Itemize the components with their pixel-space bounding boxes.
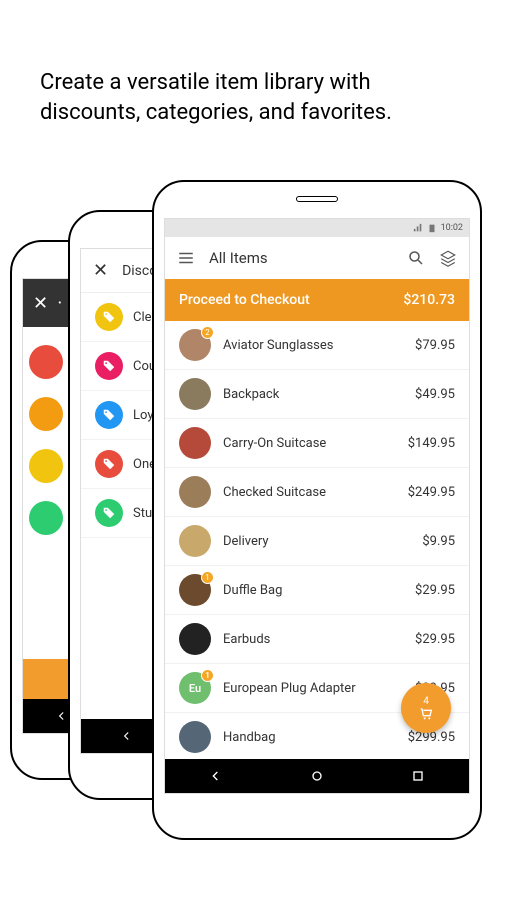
cart-icon [416, 705, 436, 721]
item-thumb [179, 427, 211, 459]
item-price: $49.95 [415, 387, 455, 402]
recent-icon[interactable] [410, 768, 426, 784]
item-row[interactable]: Earbuds $29.95 [165, 615, 469, 664]
tag-icon [95, 450, 123, 478]
tag-icon [95, 303, 123, 331]
item-thumb [179, 378, 211, 410]
item-thumb: 1 [179, 574, 211, 606]
item-name: Carry-On Suitcase [223, 436, 326, 451]
item-row[interactable]: Carry-On Suitcase $149.95 [165, 419, 469, 468]
item-name: European Plug Adapter [223, 681, 356, 696]
item-name: Duffle Bag [223, 583, 282, 598]
item-name: Backpack [223, 387, 279, 402]
item-name: Aviator Sunglasses [223, 338, 333, 353]
tag-icon [95, 499, 123, 527]
item-row[interactable]: Delivery $9.95 [165, 517, 469, 566]
headline: Create a versatile item library with dis… [40, 68, 466, 127]
items-topbar: All Items [165, 237, 469, 279]
items-title: All Items [209, 249, 268, 267]
item-thumb [179, 476, 211, 508]
category-color[interactable] [29, 397, 63, 431]
layers-icon[interactable] [439, 249, 457, 267]
item-thumb: Eu1 [179, 672, 211, 704]
item-thumb [179, 525, 211, 557]
item-row[interactable]: 2 Aviator Sunglasses $79.95 [165, 321, 469, 370]
checkout-total: $210.73 [403, 292, 455, 308]
category-color[interactable] [29, 449, 63, 483]
speaker [296, 196, 338, 202]
item-price: $79.95 [415, 338, 455, 353]
category-color[interactable] [29, 501, 63, 535]
item-name: Checked Suitcase [223, 485, 326, 500]
item-price: $9.95 [422, 534, 455, 549]
android-nav [165, 759, 469, 793]
item-name: Delivery [223, 534, 269, 549]
item-price: $149.95 [408, 436, 455, 451]
tag-icon [95, 401, 123, 429]
item-badge: 2 [201, 326, 214, 339]
close-icon[interactable]: ✕ [33, 293, 48, 314]
item-row[interactable]: 1 Duffle Bag $29.95 [165, 566, 469, 615]
signal-icon [413, 223, 423, 233]
checkout-bar[interactable]: Proceed to Checkout $210.73 [165, 279, 469, 321]
status-time: 10:02 [441, 223, 463, 233]
back-icon[interactable] [208, 768, 224, 784]
item-price: $29.95 [415, 583, 455, 598]
item-thumb [179, 623, 211, 655]
battery-icon [427, 223, 437, 233]
item-row[interactable]: Backpack $49.95 [165, 370, 469, 419]
checkout-label: Proceed to Checkout [179, 292, 310, 308]
home-icon[interactable] [309, 768, 325, 784]
item-thumb: 2 [179, 329, 211, 361]
cart-fab[interactable]: 4 [401, 683, 451, 733]
tag-icon [95, 352, 123, 380]
item-name: Handbag [223, 730, 276, 745]
category-color[interactable] [29, 345, 63, 379]
item-thumb [179, 721, 211, 753]
item-row[interactable]: Checked Suitcase $249.95 [165, 468, 469, 517]
search-icon[interactable] [407, 249, 425, 267]
menu-icon[interactable] [177, 249, 195, 267]
item-name: Earbuds [223, 632, 270, 647]
item-price: $29.95 [415, 632, 455, 647]
phone-items: 10:02 All Items Proceed to Checkout $210… [152, 180, 482, 840]
item-badge: 1 [201, 571, 214, 584]
item-price: $249.95 [408, 485, 455, 500]
status-bar: 10:02 [165, 219, 469, 237]
item-badge: 1 [201, 669, 214, 682]
close-icon[interactable]: ✕ [93, 260, 108, 281]
